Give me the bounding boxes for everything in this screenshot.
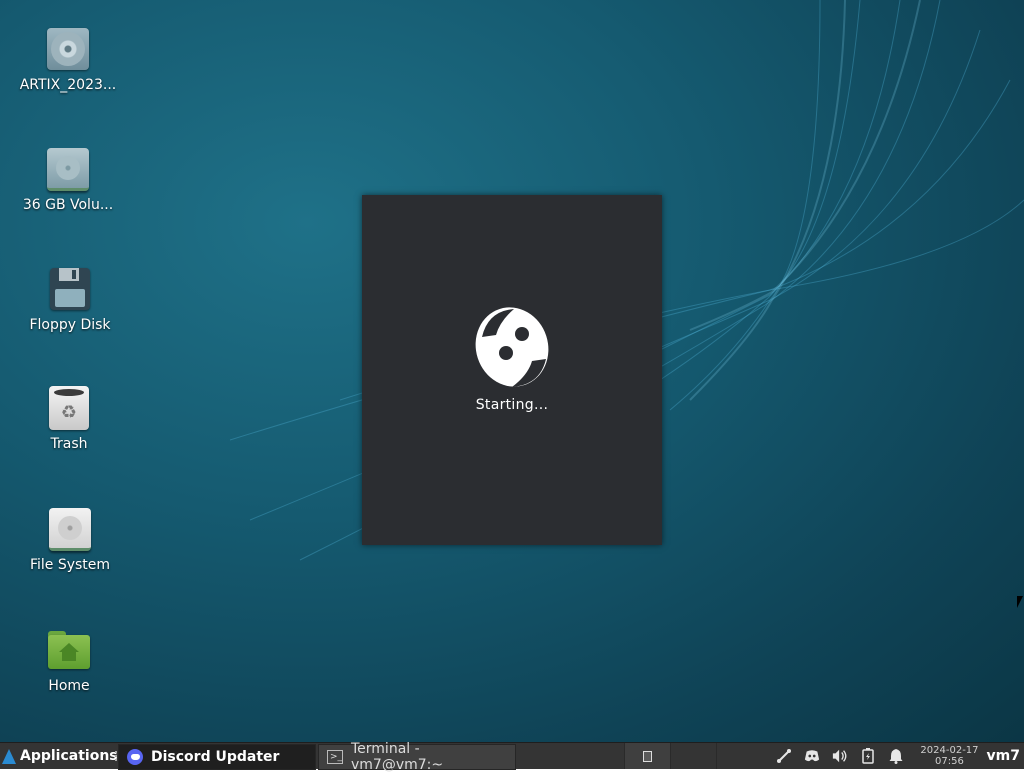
mouse-cursor <box>1017 596 1023 608</box>
user-name: vm7 <box>986 748 1020 764</box>
system-tray <box>768 743 912 769</box>
discord-updater-window[interactable]: Starting... <box>362 195 662 545</box>
desktop-icon-label: ARTIX_2023... <box>19 77 117 93</box>
drive-icon <box>46 147 90 191</box>
workspace-switcher <box>624 743 762 769</box>
volume-icon[interactable] <box>832 748 848 764</box>
home-folder-icon <box>47 628 91 672</box>
clock-time: 07:56 <box>935 756 964 767</box>
desktop-icon-home[interactable]: Home <box>9 628 129 694</box>
applications-menu-button[interactable]: Applications <box>0 743 118 769</box>
taskbar: Applications Discord Updater >_ Terminal… <box>0 741 1024 773</box>
terminal-icon: >_ <box>327 750 343 764</box>
artix-logo-icon <box>2 748 16 764</box>
task-label: Terminal - vm7@vm7:~ <box>351 741 444 773</box>
workspace-3[interactable] <box>716 743 762 769</box>
desktop: ARTIX_2023... 36 GB Volu... Floppy Disk … <box>0 0 1024 742</box>
workspace-2[interactable] <box>670 743 716 769</box>
user-menu[interactable]: vm7 <box>987 743 1024 769</box>
desktop-icon-label: Trash <box>50 436 88 452</box>
window-thumbnail-icon <box>643 750 653 762</box>
clock-date: 2024-02-17 <box>920 745 979 756</box>
trash-icon: ♻ <box>47 386 91 430</box>
filesystem-icon <box>48 507 92 551</box>
applications-label: Applications <box>20 748 118 764</box>
task-discord-updater[interactable]: Discord Updater <box>118 744 316 770</box>
notification-bell-icon[interactable] <box>888 748 904 764</box>
workspace-1[interactable] <box>624 743 671 769</box>
disc-icon <box>46 27 90 71</box>
desktop-icon-volume[interactable]: 36 GB Volu... <box>8 147 128 213</box>
clock[interactable]: 2024-02-17 07:56 <box>912 743 986 769</box>
desktop-icon-label: Floppy Disk <box>29 317 111 333</box>
desktop-icon-label: File System <box>29 557 111 573</box>
battery-icon[interactable] <box>860 748 876 764</box>
discord-tray-icon[interactable] <box>804 748 820 764</box>
desktop-icon-filesystem[interactable]: File System <box>10 507 130 573</box>
desktop-icon-artix[interactable]: ARTIX_2023... <box>8 27 128 93</box>
desktop-icon-floppy[interactable]: Floppy Disk <box>10 267 130 333</box>
floppy-icon <box>48 267 92 311</box>
task-terminal[interactable]: >_ Terminal - vm7@vm7:~ <box>318 741 516 773</box>
discord-icon <box>127 749 143 765</box>
updater-status-text: Starting... <box>475 397 549 413</box>
desktop-icon-trash[interactable]: ♻ Trash <box>9 386 129 452</box>
network-icon[interactable] <box>776 748 792 764</box>
desktop-icon-label: 36 GB Volu... <box>22 197 114 213</box>
discord-logo-icon <box>475 307 549 387</box>
task-label: Discord Updater <box>151 749 280 765</box>
desktop-icon-label: Home <box>48 678 90 694</box>
